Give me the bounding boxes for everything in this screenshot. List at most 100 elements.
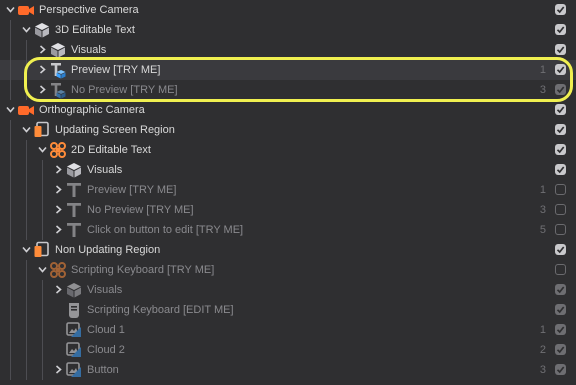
indent-guide bbox=[26, 200, 27, 220]
enabled-checkbox[interactable] bbox=[555, 24, 566, 35]
script-icon bbox=[65, 301, 83, 319]
tree-row[interactable]: No Preview [TRY ME] 3 bbox=[0, 80, 576, 100]
indent-guide bbox=[42, 200, 43, 220]
chevron-down-icon[interactable] bbox=[38, 145, 47, 154]
enabled-checkbox[interactable] bbox=[555, 284, 566, 295]
cube-icon bbox=[65, 281, 83, 299]
tree-row[interactable]: Button 3 bbox=[0, 360, 576, 380]
image-icon bbox=[65, 321, 83, 339]
tree-row[interactable]: Updating Screen Region bbox=[0, 120, 576, 140]
row-label: Button bbox=[87, 364, 119, 376]
enabled-checkbox[interactable] bbox=[555, 144, 566, 155]
tree-row[interactable]: Cloud 2 2 bbox=[0, 340, 576, 360]
enabled-checkbox[interactable] bbox=[555, 264, 566, 275]
chevron-down-icon[interactable] bbox=[22, 125, 31, 134]
indent-guide bbox=[26, 360, 27, 380]
chevron-right-icon[interactable] bbox=[38, 85, 47, 94]
row-label: Visuals bbox=[87, 284, 123, 296]
row-label: Scripting Keyboard [EDIT ME] bbox=[87, 304, 234, 316]
row-label: Preview [TRY ME] bbox=[71, 64, 161, 76]
chevron-right-icon[interactable] bbox=[54, 205, 63, 214]
tree-row[interactable]: Cloud 1 1 bbox=[0, 320, 576, 340]
row-label: 3D Editable Text bbox=[55, 24, 135, 36]
tree-row[interactable]: 2D Editable Text bbox=[0, 140, 576, 160]
indent-guide bbox=[42, 320, 43, 340]
chevron-right-icon[interactable] bbox=[38, 65, 47, 74]
row-label: Orthographic Camera bbox=[39, 104, 145, 116]
text-3d-icon bbox=[49, 61, 67, 79]
screen-region-icon bbox=[33, 121, 51, 139]
render-order-count: 2 bbox=[539, 344, 546, 356]
enabled-checkbox[interactable] bbox=[555, 344, 566, 355]
indent-guide bbox=[10, 120, 11, 140]
row-label: Click on button to edit [TRY ME] bbox=[87, 224, 244, 236]
indent-guide bbox=[10, 160, 11, 180]
tree-row[interactable]: Orthographic Camera bbox=[0, 100, 576, 120]
indent-guide bbox=[10, 140, 11, 160]
enabled-checkbox[interactable] bbox=[555, 184, 566, 195]
tree-row[interactable]: Visuals bbox=[0, 160, 576, 180]
indent-guide bbox=[26, 280, 27, 300]
tree-row[interactable]: Perspective Camera bbox=[0, 0, 576, 20]
chevron-down-icon[interactable] bbox=[6, 5, 15, 14]
tree-row[interactable]: Non Updating Region bbox=[0, 240, 576, 260]
chevron-right-icon[interactable] bbox=[54, 165, 63, 174]
enabled-checkbox[interactable] bbox=[555, 4, 566, 15]
indent-guide bbox=[26, 260, 27, 280]
indent-guide bbox=[10, 200, 11, 220]
chevron-right-icon[interactable] bbox=[54, 225, 63, 234]
enabled-checkbox[interactable] bbox=[555, 44, 566, 55]
chevron-right-icon[interactable] bbox=[38, 45, 47, 54]
chevron-right-icon[interactable] bbox=[54, 365, 63, 374]
indent-guide bbox=[10, 80, 11, 100]
tree-row[interactable]: Preview [TRY ME] 1 bbox=[0, 60, 576, 80]
indent-guide bbox=[10, 260, 11, 280]
chevron-right-icon[interactable] bbox=[54, 285, 63, 294]
render-order-count: 1 bbox=[539, 324, 546, 336]
indent-guide bbox=[42, 180, 43, 200]
enabled-checkbox[interactable] bbox=[555, 224, 566, 235]
tree-row[interactable]: Preview [TRY ME] 1 bbox=[0, 180, 576, 200]
indent-guide bbox=[10, 300, 11, 320]
indent-guide bbox=[10, 40, 11, 60]
enabled-checkbox[interactable] bbox=[555, 304, 566, 315]
enabled-checkbox[interactable] bbox=[555, 324, 566, 335]
chevron-down-icon[interactable] bbox=[22, 25, 31, 34]
text-icon bbox=[65, 181, 83, 199]
chevron-right-icon[interactable] bbox=[54, 185, 63, 194]
indent-guide bbox=[26, 80, 27, 100]
row-label: Cloud 1 bbox=[87, 324, 125, 336]
row-label: Scripting Keyboard [TRY ME] bbox=[71, 264, 215, 276]
indent-guide bbox=[42, 220, 43, 240]
enabled-checkbox[interactable] bbox=[555, 244, 566, 255]
row-label: Cloud 2 bbox=[87, 344, 125, 356]
indent-guide bbox=[26, 320, 27, 340]
enabled-checkbox[interactable] bbox=[555, 84, 566, 95]
tree-row[interactable]: Scripting Keyboard [TRY ME] bbox=[0, 260, 576, 280]
indent-guide bbox=[10, 240, 11, 260]
enabled-checkbox[interactable] bbox=[555, 64, 566, 75]
tree-row[interactable]: Visuals bbox=[0, 280, 576, 300]
indent-guide bbox=[26, 40, 27, 60]
tree-row[interactable]: 3D Editable Text bbox=[0, 20, 576, 40]
indent-guide bbox=[26, 140, 27, 160]
indent-guide bbox=[26, 60, 27, 80]
indent-guide bbox=[10, 320, 11, 340]
enabled-checkbox[interactable] bbox=[555, 364, 566, 375]
tree-row[interactable]: Scripting Keyboard [EDIT ME] bbox=[0, 300, 576, 320]
row-label: Updating Screen Region bbox=[55, 124, 175, 136]
chevron-down-icon[interactable] bbox=[38, 265, 47, 274]
enabled-checkbox[interactable] bbox=[555, 104, 566, 115]
row-label: No Preview [TRY ME] bbox=[87, 204, 194, 216]
row-label: Non Updating Region bbox=[55, 244, 161, 256]
tree-row[interactable]: No Preview [TRY ME] 3 bbox=[0, 200, 576, 220]
tree-row[interactable]: Visuals bbox=[0, 40, 576, 60]
cube-icon bbox=[33, 21, 51, 39]
tree-row[interactable]: Click on button to edit [TRY ME] 5 bbox=[0, 220, 576, 240]
chevron-down-icon[interactable] bbox=[6, 105, 15, 114]
enabled-checkbox[interactable] bbox=[555, 124, 566, 135]
enabled-checkbox[interactable] bbox=[555, 164, 566, 175]
chevron-down-icon[interactable] bbox=[22, 245, 31, 254]
enabled-checkbox[interactable] bbox=[555, 204, 566, 215]
indent-guide bbox=[10, 60, 11, 80]
